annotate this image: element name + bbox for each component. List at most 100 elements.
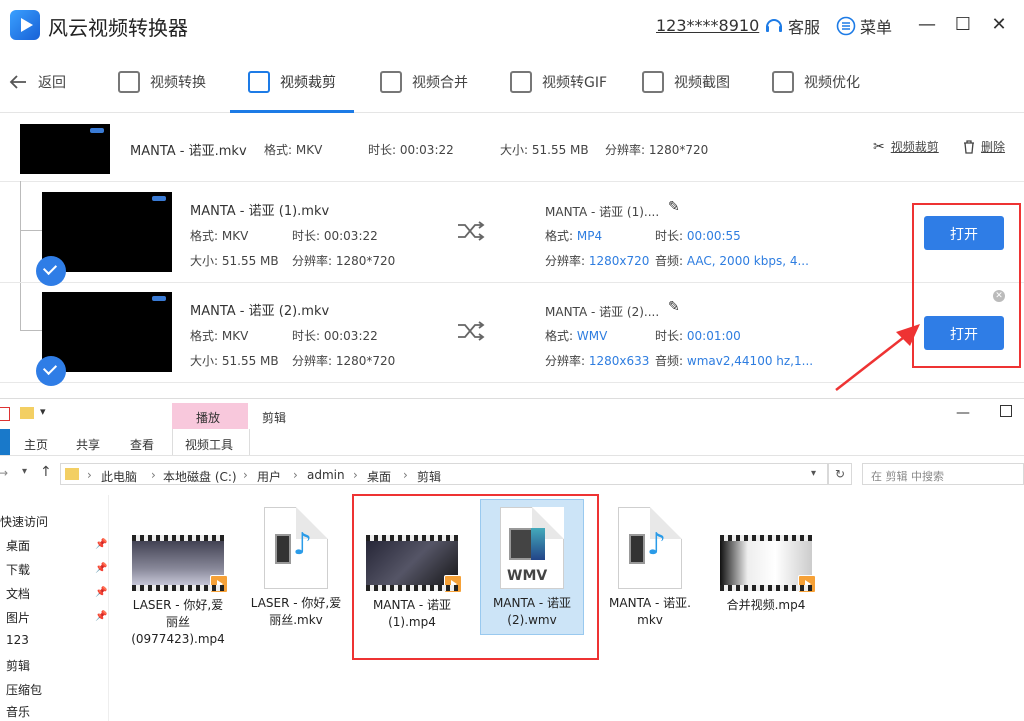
address-dropdown-icon[interactable]: ▾ <box>811 468 816 479</box>
pencil-icon[interactable]: ✎ <box>668 299 680 315</box>
file-label: LASER - 你好,爱 丽丝.mkv <box>250 596 342 627</box>
refresh-icon[interactable]: ↻ <box>828 463 852 485</box>
title-bar: 风云视频转换器 123****8910 客服 菜单 — ☐ ✕ <box>0 0 1024 52</box>
source-duration: 时长: 00:03:22 <box>368 143 454 157</box>
source-name: MANTA - 诺亚.mkv <box>130 144 247 159</box>
tab-video-gif[interactable]: 视频转GIF <box>510 52 607 112</box>
crop-video-link[interactable]: ✂ 视频裁剪 <box>873 138 939 155</box>
breadcrumb-sep: › <box>243 468 248 482</box>
customer-service-button[interactable]: 客服 <box>764 14 820 38</box>
close-button[interactable]: ✕ <box>988 14 1010 36</box>
pin-icon[interactable]: 📌 <box>95 539 107 550</box>
tab-label: 视频转GIF <box>542 75 608 91</box>
pencil-icon[interactable]: ✎ <box>668 199 680 215</box>
recent-dropdown-icon[interactable]: ▾ <box>22 466 27 477</box>
app-logo-icon <box>10 10 40 40</box>
search-input[interactable]: 在 剪辑 中搜索 <box>862 463 1024 485</box>
sidebar-item-downloads[interactable]: 下载 <box>6 561 30 578</box>
tab-label: 视频优化 <box>804 75 860 91</box>
customer-service-label: 客服 <box>788 18 821 37</box>
file-item[interactable]: ♪ MANTA - 诺亚. mkv <box>590 507 710 629</box>
tab-label: 视频截图 <box>674 75 730 91</box>
forward-arrow-icon[interactable]: → <box>0 466 8 480</box>
back-button[interactable]: 返回 <box>8 52 66 112</box>
up-arrow-icon[interactable]: ↑ <box>40 464 52 480</box>
sidebar-item-123[interactable]: 123 <box>6 633 29 647</box>
tab-video-merge[interactable]: 视频合并 <box>380 52 468 112</box>
pin-icon[interactable]: 📌 <box>95 587 107 598</box>
pin-icon[interactable]: 📌 <box>95 611 107 622</box>
trash-icon <box>964 139 974 154</box>
merge-icon <box>380 71 402 93</box>
breadcrumb-sep: › <box>87 468 92 482</box>
tab-video-convert[interactable]: 视频转换 <box>118 52 206 112</box>
video-thumbnail-icon <box>720 535 816 593</box>
sidebar-item-music[interactable]: 音乐 <box>6 703 30 720</box>
checkmark-icon[interactable] <box>36 356 66 386</box>
explorer-titlebar: ▾ 播放 剪辑 — <box>0 399 1024 429</box>
source-video-row: MANTA - 诺亚.mkv 格式: MKV 时长: 00:03:22 大小: … <box>0 113 1024 182</box>
navigation-pane: 快速访问 桌面 📌 下载 📌 文档 📌 图片 📌 123 剪辑 压缩包 音乐 <box>0 495 109 721</box>
delete-link[interactable]: 删除 <box>963 138 1005 155</box>
play-badge-icon <box>798 575 816 593</box>
sidebar-item-archives[interactable]: 压缩包 <box>6 681 42 698</box>
clip-thumbnail <box>36 292 172 386</box>
clip-src-format: 格式: MKV <box>190 329 249 343</box>
sidebar-item-desktop[interactable]: 桌面 <box>6 537 30 554</box>
maximize-button[interactable]: ☐ <box>952 14 974 36</box>
clip-thumbnail <box>36 192 172 286</box>
ribbon-context-tab[interactable]: 播放 <box>196 409 220 426</box>
scissors-icon: ✂ <box>873 138 885 155</box>
menu-icon <box>836 16 856 36</box>
shuffle-icon <box>458 321 485 341</box>
headset-icon <box>766 19 782 32</box>
clip-src-resolution: 分辨率: 1280*720 <box>292 354 396 368</box>
sidebar-item-quick-access[interactable]: 快速访问 <box>0 513 48 530</box>
file-item[interactable]: LASER - 你好,爱 丽丝 (0977423).mp4 <box>118 535 238 648</box>
account-phone-link[interactable]: 123****8910 <box>656 16 759 35</box>
pin-icon[interactable]: 📌 <box>95 563 107 574</box>
sidebar-item-clips[interactable]: 剪辑 <box>6 657 30 674</box>
output-files-highlight <box>352 494 599 660</box>
tab-video-optimize[interactable]: 视频优化 <box>772 52 860 112</box>
file-menu-tab[interactable] <box>0 429 10 455</box>
search-placeholder: 在 剪辑 中搜索 <box>871 470 944 483</box>
address-bar[interactable]: › 此电脑 › 本地磁盘 (C:) › 用户 › admin › 桌面 › 剪辑… <box>60 463 828 485</box>
clip-row: MANTA - 诺亚 (1).mkv 格式: MKV 时长: 00:03:22 … <box>0 182 1024 286</box>
folder-icon <box>65 468 79 480</box>
source-size: 大小: 51.55 MB <box>500 143 589 157</box>
file-label: LASER - 你好,爱 丽丝 (0977423).mp4 <box>131 598 225 646</box>
screenshot-icon <box>642 71 664 93</box>
breadcrumb-item[interactable]: 用户 <box>257 468 281 485</box>
breadcrumb-item[interactable]: 桌面 <box>367 468 391 485</box>
tab-home[interactable]: 主页 <box>24 436 48 453</box>
tab-share[interactable]: 共享 <box>76 436 100 453</box>
dropdown-icon[interactable]: ▾ <box>40 405 46 418</box>
clip-out-resolution: 分辨率: 1280x633 <box>545 354 650 368</box>
clip-out-resolution: 分辨率: 1280x720 <box>545 254 650 268</box>
maximize-button[interactable] <box>1000 405 1012 417</box>
minimize-button[interactable]: — <box>956 405 970 421</box>
breadcrumb-item[interactable]: 剪辑 <box>417 468 441 485</box>
sidebar-item-documents[interactable]: 文档 <box>6 585 30 602</box>
quick-access-icon[interactable] <box>0 407 10 421</box>
clip-src-name: MANTA - 诺亚 (1).mkv <box>190 204 330 219</box>
video-converter-window: 风云视频转换器 123****8910 客服 菜单 — ☐ ✕ 返回 视频转换 … <box>0 0 1024 398</box>
breadcrumb-item[interactable]: 本地磁盘 (C:) <box>163 468 237 485</box>
menu-button[interactable]: 菜单 <box>836 14 892 38</box>
file-item[interactable]: 合并视频.mp4 <box>706 535 826 614</box>
clip-src-duration: 时长: 00:03:22 <box>292 329 378 343</box>
video-thumbnail-icon <box>132 535 228 593</box>
file-explorer-window: ▾ 播放 剪辑 — 主页 共享 查看 视频工具 → ▾ ↑ › 此电脑 › 本地… <box>0 398 1024 721</box>
annotation-arrow-icon <box>835 324 920 391</box>
tab-view[interactable]: 查看 <box>130 436 154 453</box>
tab-video-crop[interactable]: 视频裁剪 <box>230 52 354 113</box>
sidebar-item-pictures[interactable]: 图片 <box>6 609 30 626</box>
minimize-button[interactable]: — <box>916 14 938 36</box>
app-title: 风云视频转换器 <box>48 16 188 40</box>
tab-video-screenshot[interactable]: 视频截图 <box>642 52 730 112</box>
ribbon-tabs: 主页 共享 查看 视频工具 <box>0 429 1024 456</box>
file-item[interactable]: ♪ LASER - 你好,爱 丽丝.mkv <box>236 507 356 629</box>
breadcrumb-item[interactable]: admin <box>307 468 345 482</box>
breadcrumb-item[interactable]: 此电脑 <box>101 468 137 485</box>
